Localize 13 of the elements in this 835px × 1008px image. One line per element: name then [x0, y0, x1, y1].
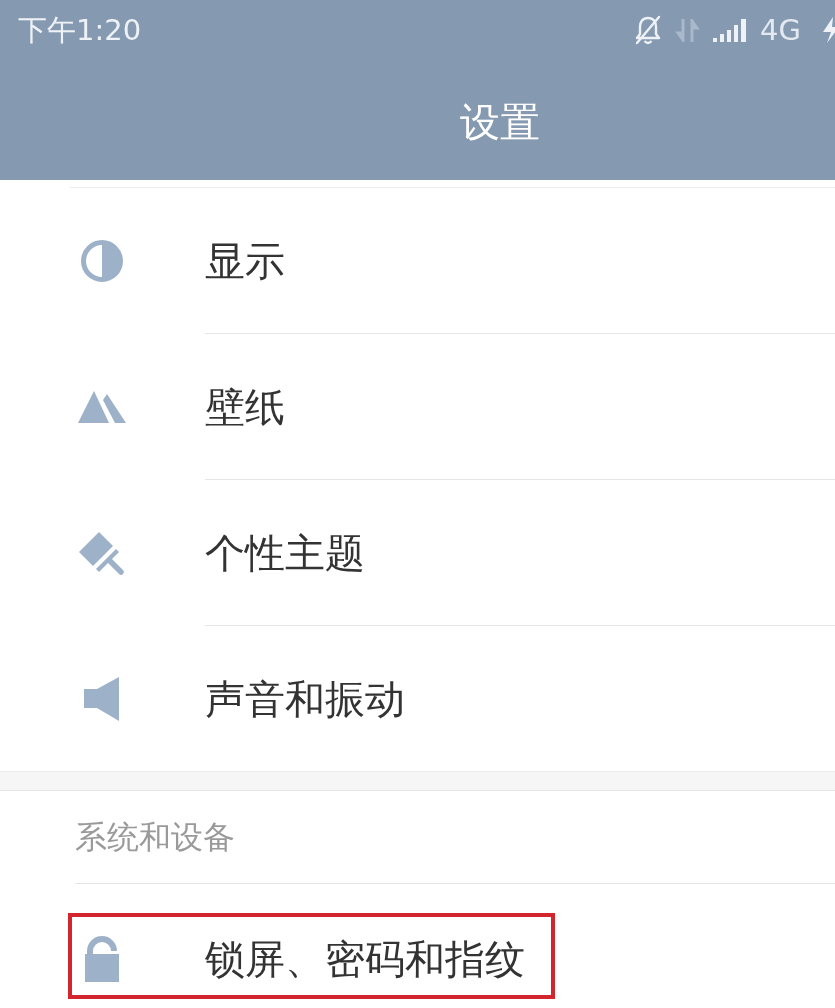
- bolt-icon: [820, 17, 835, 43]
- status-time: 下午1:20: [18, 12, 142, 48]
- page-title: 设置: [460, 98, 540, 147]
- brush-icon: [79, 529, 125, 576]
- mountains-icon: [78, 390, 126, 423]
- section-header: 系统和设备: [75, 817, 235, 857]
- signal-icon: [713, 18, 748, 42]
- speaker-icon: [84, 676, 120, 721]
- data-arrows-icon: [675, 18, 701, 42]
- contrast-icon: [81, 239, 123, 282]
- network-type: 4G: [760, 12, 801, 48]
- lock-icon: [85, 935, 119, 982]
- bell-off-icon: [634, 15, 663, 45]
